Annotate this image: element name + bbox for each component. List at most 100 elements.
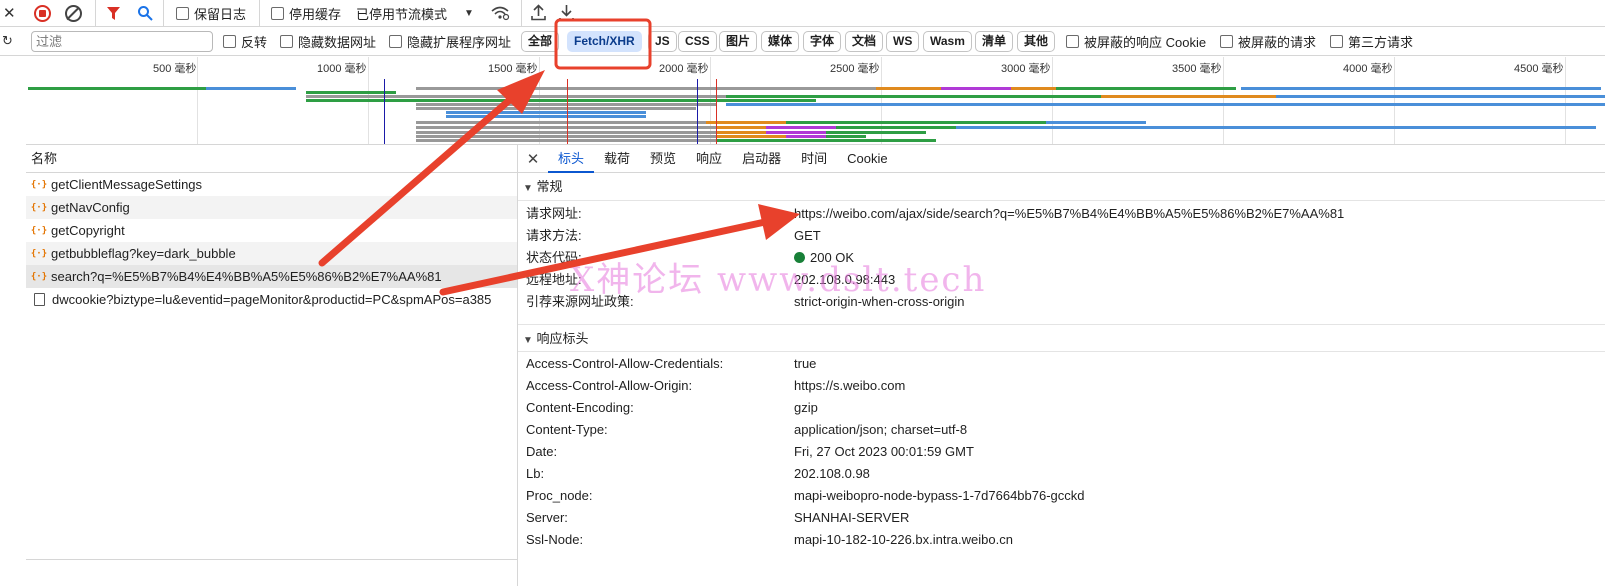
clear-icon[interactable] — [65, 5, 82, 22]
throttle-select[interactable]: 已停用节流模式 ▼ — [356, 0, 474, 27]
filter-input[interactable]: 过滤 — [31, 31, 213, 52]
type-filter-media[interactable]: 媒体 — [761, 31, 800, 52]
type-filter-css[interactable]: CSS — [678, 31, 717, 52]
toolbar-divider — [163, 0, 164, 27]
checkbox-box[interactable] — [389, 35, 402, 48]
type-filter-img[interactable]: 图片 — [719, 31, 758, 52]
tab-timing[interactable]: 时间 — [791, 145, 837, 173]
type-filter-ws[interactable]: WS — [886, 31, 920, 52]
timeline-overview[interactable]: 500 毫秒 1000 毫秒 1500 毫秒 2000 毫秒 2500 毫秒 3… — [26, 57, 1605, 145]
record-stop-icon[interactable] — [34, 5, 51, 22]
type-filter-other[interactable]: 其他 — [1017, 31, 1056, 52]
header-row: 请求网址: https://weibo.com/ajax/side/search?… — [518, 203, 1605, 225]
network-conditions-icon[interactable] — [490, 5, 510, 21]
header-row: Ssl-Node: mapi-10-182-10-226.bx.intra.wei… — [518, 529, 1605, 551]
filter-icon[interactable] — [106, 6, 121, 21]
load-event-marker — [716, 79, 717, 144]
checkbox-box[interactable] — [1330, 35, 1343, 48]
type-filter-fetch-xhr[interactable]: Fetch/XHR — [567, 31, 642, 52]
waterfall-bar — [956, 126, 1596, 129]
header-value: 202.108.0.98:443 — [794, 272, 896, 287]
header-key: Server: — [526, 510, 568, 525]
third-party-checkbox[interactable]: 第三方请求 — [1330, 27, 1413, 56]
type-filter-doc[interactable]: 文档 — [845, 31, 884, 52]
chevron-down-icon: ▼ — [464, 7, 474, 19]
type-filter-js[interactable]: JS — [648, 31, 677, 52]
header-value: strict-origin-when-cross-origin — [794, 294, 965, 309]
request-name: getCopyright — [51, 223, 125, 238]
tab-headers[interactable]: 标头 — [548, 145, 595, 173]
toolbar-divider — [95, 0, 96, 27]
timeline-tick: 4000 毫秒 — [1343, 57, 1395, 144]
refresh-icon[interactable]: ↻ — [2, 33, 13, 49]
timeline-tick-label: 4500 毫秒 — [1514, 63, 1564, 75]
search-icon[interactable] — [137, 5, 153, 21]
header-key: Content-Encoding: — [526, 400, 634, 415]
request-row[interactable]: {·} getClientMessageSettings — [26, 173, 517, 196]
xhr-icon: {·} — [30, 248, 48, 259]
close-details-icon[interactable]: ✕ — [518, 150, 548, 168]
status-bar-divider — [26, 559, 518, 560]
checkbox-box[interactable] — [223, 35, 236, 48]
checkbox-box[interactable] — [280, 35, 293, 48]
header-row: Content-Encoding: gzip — [518, 397, 1605, 419]
request-row[interactable]: {·} getNavConfig — [26, 196, 517, 219]
header-key: Date: — [526, 444, 558, 459]
preserve-log-checkbox[interactable]: 保留日志 — [176, 0, 246, 27]
general-section-header[interactable]: ▼ 常规 — [518, 173, 1605, 201]
disable-cache-checkbox[interactable]: 停用缓存 — [271, 0, 341, 27]
header-value: Fri, 27 Oct 2023 00:01:59 GMT — [794, 444, 974, 459]
checkbox-box[interactable] — [1220, 35, 1233, 48]
tab-payload[interactable]: 载荷 — [594, 145, 640, 173]
tab-preview[interactable]: 预览 — [640, 145, 686, 173]
response-headers-section-header[interactable]: ▼ 响应标头 — [518, 324, 1605, 352]
response-headers-title: 响应标头 — [536, 331, 589, 346]
request-name: dwcookie?biztype=lu&eventid=pageMonitor&… — [52, 292, 492, 307]
header-row: Lb: 202.108.0.98 — [518, 463, 1605, 485]
checkbox-box[interactable] — [176, 6, 189, 20]
request-row[interactable]: {·} getCopyright — [26, 219, 517, 242]
timeline-tick-label: 3000 毫秒 — [1001, 63, 1051, 75]
load-event-marker — [567, 79, 568, 144]
export-har-icon[interactable] — [559, 4, 574, 21]
timeline-tick: 3500 毫秒 — [1172, 57, 1224, 144]
waterfall-bar — [1276, 95, 1605, 98]
tab-initiator[interactable]: 启动器 — [732, 145, 791, 173]
request-row[interactable]: {·} getbubbleflag?key=dark_bubble — [26, 242, 517, 265]
request-row[interactable]: dwcookie?biztype=lu&eventid=pageMonitor&… — [26, 288, 517, 311]
response-headers-body: Access-Control-Allow-Credentials: true Ac… — [518, 352, 1605, 551]
waterfall-bar — [416, 135, 716, 138]
blocked-requests-checkbox[interactable]: 被屏蔽的请求 — [1220, 27, 1316, 56]
checkbox-box[interactable] — [1066, 35, 1079, 48]
request-name: getClientMessageSettings — [51, 177, 203, 192]
header-key: 请求网址: — [526, 206, 582, 221]
type-filter-manifest[interactable]: 清单 — [975, 31, 1014, 52]
tab-cookies[interactable]: Cookie — [837, 145, 897, 173]
timeline-tick-label: 3500 毫秒 — [1172, 63, 1222, 75]
invert-checkbox[interactable]: 反转 — [223, 27, 267, 56]
status-value: 200 OK — [794, 247, 854, 269]
header-row: 状态代码: 200 OK — [518, 247, 1605, 269]
waterfall-bar — [416, 107, 696, 110]
header-value: SHANHAI-SERVER — [794, 510, 910, 525]
toolbar-divider — [259, 0, 260, 27]
request-row-selected[interactable]: {·} search?q=%E5%B7%B4%E4%BB%A5%E5%86%B2… — [26, 265, 517, 288]
blocked-cookies-checkbox[interactable]: 被屏蔽的响应 Cookie — [1066, 27, 1206, 56]
type-filter-all[interactable]: 全部 — [521, 31, 560, 52]
invert-label: 反转 — [241, 35, 268, 50]
tab-response[interactable]: 响应 — [686, 145, 732, 173]
hide-data-urls-checkbox[interactable]: 隐藏数据网址 — [280, 27, 376, 56]
waterfall-bar — [766, 131, 826, 134]
waterfall-bar — [306, 91, 396, 94]
hide-extension-urls-checkbox[interactable]: 隐藏扩展程序网址 — [389, 27, 511, 56]
type-filter-font[interactable]: 字体 — [803, 31, 842, 52]
waterfall-bar — [1101, 95, 1301, 98]
close-panel-icon[interactable]: ✕ — [3, 4, 16, 22]
timeline-tick-label: 2500 毫秒 — [830, 63, 880, 75]
type-filter-wasm[interactable]: Wasm — [923, 31, 972, 52]
checkbox-box[interactable] — [271, 6, 284, 20]
import-har-icon[interactable] — [531, 4, 546, 21]
column-header-name[interactable]: 名称 — [26, 145, 517, 173]
header-key: 引荐来源网址政策: — [526, 294, 634, 309]
header-row: Content-Type: application/json; charset=u… — [518, 419, 1605, 441]
